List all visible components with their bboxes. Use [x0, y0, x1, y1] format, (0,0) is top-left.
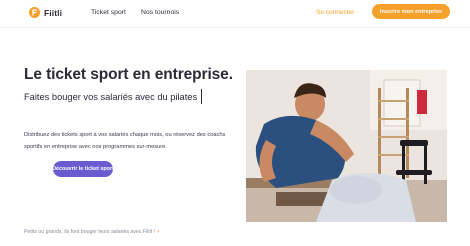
logo[interactable]: Fiitli — [29, 7, 62, 18]
footer-note-text: Petits ou grands, ils font bouger leurs … — [24, 229, 155, 235]
nav-divider — [0, 27, 470, 28]
lightning-bolt-icon: ⚡ — [156, 229, 161, 235]
typing-cursor — [201, 89, 203, 104]
discover-ticket-sport-button[interactable]: Découvrir le ticket sport — [52, 161, 114, 177]
hero-subtitle: Faites bouger vos salariés avec du pilat… — [24, 91, 198, 102]
nav-link-ticket-sport[interactable]: Ticket sport — [91, 9, 126, 16]
hero-subtitle-row: Faites bouger vos salariés avec du pilat… — [24, 89, 203, 104]
nav-link-nos-tournois[interactable]: Nos tournois — [141, 9, 179, 16]
footer-note: Petits ou grands, ils font bouger leurs … — [24, 229, 160, 235]
top-nav: Fiitli Ticket sport Nos tournois Se conn… — [0, 0, 470, 28]
login-link[interactable]: Se connecter — [316, 9, 354, 16]
hero-title: Le ticket sport en entreprise. — [24, 66, 233, 83]
pilates-coaching-photo — [246, 70, 447, 222]
hero-description: Distribuez des tickets sport à vos salar… — [24, 132, 226, 150]
hero-photo — [246, 70, 447, 222]
fiitli-logo-icon — [29, 7, 40, 18]
logo-text: Fiitli — [44, 7, 63, 18]
register-company-button[interactable]: Inscrire mon entreprise — [372, 4, 450, 19]
